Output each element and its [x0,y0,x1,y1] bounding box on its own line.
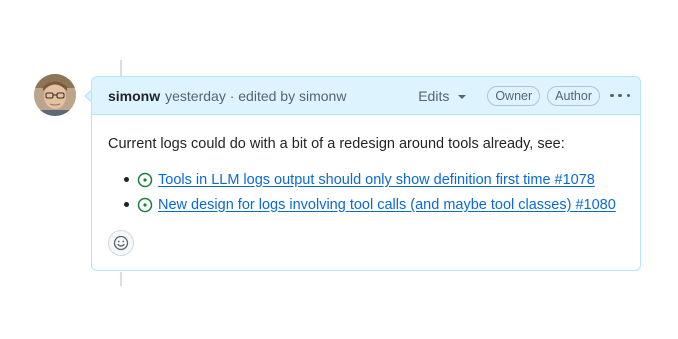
comment-box: simonw yesterday · edited by simonw Edit… [91,76,641,271]
bullet [124,202,129,207]
comment-body: Current logs could do with a bit of a re… [92,115,640,256]
issue-link-1080[interactable]: New design for logs involving tool calls… [158,197,616,213]
comment-text: Current logs could do with a bit of a re… [108,136,565,152]
kebab-dot [610,93,614,98]
list-item: Tools in LLM logs output should only sho… [124,167,624,192]
edits-dropdown[interactable]: Edits [418,87,467,104]
bullet [124,177,129,182]
issue-list: Tools in LLM logs output should only sho… [108,167,624,217]
smiley-icon [113,235,129,251]
kebab-menu-icon[interactable] [610,88,630,104]
add-reaction-button[interactable] [108,230,134,256]
timeline-line-top [120,60,122,76]
list-item: New design for logs involving tool calls… [124,192,624,217]
caret-down-icon [458,94,467,99]
comment-meta[interactable]: yesterday · edited by simonw [165,88,346,104]
edits-label: Edits [418,87,450,104]
avatar[interactable] [34,74,76,116]
issue-open-icon [137,197,153,212]
owner-badge: Owner [487,85,541,106]
timeline-line-bottom [120,272,122,286]
author-badge: Author [547,85,600,106]
avatar-image [34,74,76,116]
issue-open-icon [137,172,153,187]
author-link[interactable]: simonw [108,88,160,104]
issue-link-1078[interactable]: Tools in LLM logs output should only sho… [158,172,595,188]
comment-header: simonw yesterday · edited by simonw Edit… [92,77,640,115]
kebab-dot [618,93,622,98]
kebab-dot [626,93,630,98]
